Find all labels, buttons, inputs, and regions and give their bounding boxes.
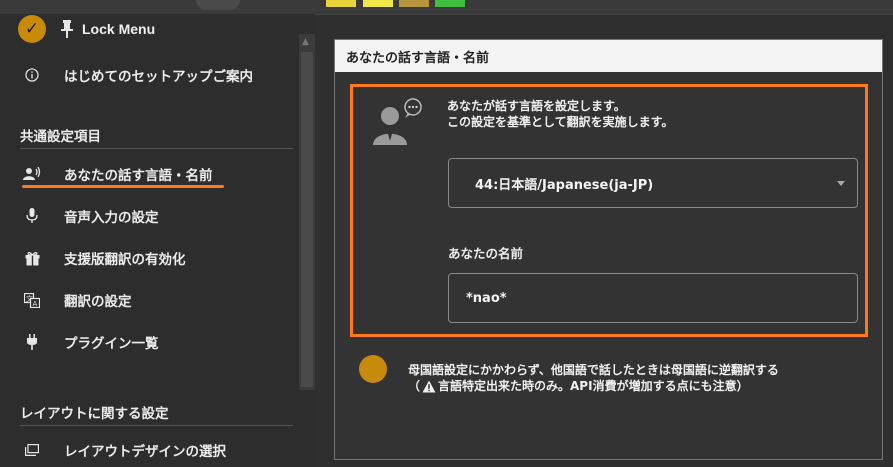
- section-divider: [20, 148, 293, 149]
- language-select-value: 44:日本語/Japanese(ja-JP): [475, 177, 654, 193]
- lock-menu-row[interactable]: ✓ Lock Menu: [18, 15, 155, 43]
- note-line-2: （ 言語特定出来た時のみ。API消費が増加する点にも注意）: [408, 378, 779, 394]
- plug-icon: [22, 332, 42, 352]
- sidebar-item-label: はじめてのセットアップご案内: [64, 69, 253, 85]
- sidebar-item-label: 支援版翻訳の有効化: [64, 252, 186, 268]
- color-swatch-brown[interactable]: [399, 0, 429, 7]
- sidebar-item-label: 翻訳の設定: [64, 294, 132, 310]
- chevron-down-icon[interactable]: [837, 181, 845, 186]
- language-select[interactable]: 44:日本語/Japanese(ja-JP): [448, 158, 858, 208]
- sidebar-item-label: レイアウトデザインの選択: [64, 444, 226, 460]
- speaking-user-icon: [371, 97, 427, 147]
- panel-header: あなたの話す言語・名前: [335, 40, 882, 72]
- pin-icon: [60, 20, 74, 38]
- sidebar-item-support-translation[interactable]: 支援版翻訳の有効化: [22, 246, 186, 270]
- language-description: あなたが話す言語を設定します。 この設定を基準として翻訳を実施します。: [447, 98, 673, 130]
- lock-menu-label: Lock Menu: [82, 21, 156, 37]
- layout-section-title: レイアウトに関する設定: [20, 406, 169, 422]
- checkmark-icon[interactable]: ✓: [18, 15, 46, 43]
- description-line-1: あなたが話す言語を設定します。: [447, 99, 626, 113]
- sidebar-item-plugins[interactable]: プラグイン一覧: [22, 330, 159, 354]
- info-icon: [22, 65, 42, 85]
- microphone-icon: [22, 206, 42, 226]
- scroll-up-arrow-icon[interactable]: ▲: [302, 37, 309, 47]
- section-divider: [20, 425, 293, 426]
- name-label: あなたの名前: [448, 246, 524, 261]
- color-swatch-yellow[interactable]: [326, 0, 356, 7]
- name-input[interactable]: [448, 273, 858, 323]
- speaker-person-icon: [22, 164, 42, 184]
- sidebar-item-translation-settings[interactable]: 文A 翻訳の設定: [22, 288, 132, 312]
- svg-text:A: A: [33, 300, 38, 308]
- sidebar-item-label: プラグイン一覧: [64, 336, 159, 352]
- reverse-translation-note: 母国語設定にかかわらず、他国語で話したときは母国語に逆翻訳する （ 言語特定出来…: [408, 362, 779, 394]
- reverse-translation-toggle[interactable]: [359, 355, 387, 383]
- note-line-1: 母国語設定にかかわらず、他国語で話したときは母国語に逆翻訳する: [408, 363, 779, 377]
- sidebar-item-layout-design[interactable]: レイアウトデザインの選択: [22, 438, 226, 462]
- sidebar-item-label: 音声入力の設定: [64, 210, 159, 226]
- sidebar-item-language-name[interactable]: あなたの話す言語・名前: [22, 162, 213, 186]
- color-swatch-light-yellow[interactable]: [363, 0, 393, 7]
- sidebar-item-voice-input[interactable]: 音声入力の設定: [22, 204, 159, 228]
- warning-icon: [422, 380, 436, 393]
- window-layout-icon: [22, 440, 42, 460]
- sidebar-item-label: あなたの話す言語・名前: [64, 168, 213, 184]
- sidebar-item-setup-guide[interactable]: はじめてのセットアップご案内: [22, 63, 253, 87]
- scrollbar-thumb[interactable]: [301, 52, 313, 387]
- gift-icon: [22, 248, 42, 268]
- active-item-underline: [22, 185, 224, 188]
- note-line-2-text: 言語特定出来た時のみ。API消費が増加する点にも注意）: [438, 379, 749, 393]
- translate-icon: 文A: [22, 290, 42, 310]
- color-swatch-green[interactable]: [435, 0, 465, 7]
- window-top-strip: [0, 0, 893, 15]
- description-line-2: この設定を基準として翻訳を実施します。: [447, 115, 674, 129]
- sidebar-scrollbar[interactable]: ▲: [299, 34, 315, 390]
- common-section-title: 共通設定項目: [20, 129, 101, 145]
- note-paren: （: [408, 379, 421, 393]
- top-decoration: [196, 0, 240, 10]
